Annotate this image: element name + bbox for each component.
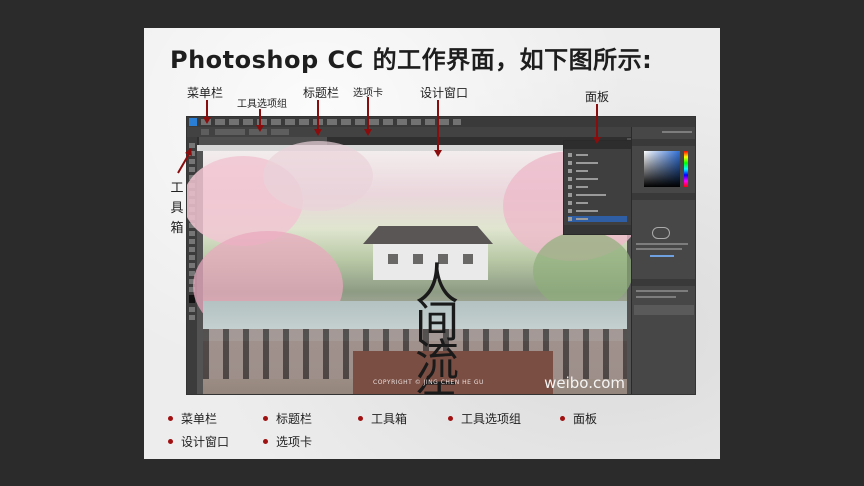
bullet-label: 面板: [573, 412, 598, 426]
bullet-item: 设计窗口: [168, 433, 229, 450]
bullet-label: 工具箱: [371, 412, 408, 426]
bullet-dot: [168, 439, 173, 444]
bullet-item: 选项卡: [263, 433, 312, 450]
bullet-item: 工具箱: [358, 410, 407, 427]
arrow-title-bar-head: [314, 129, 322, 136]
bullet-label: 标题栏: [276, 412, 313, 426]
arrow-tool-options-head: [256, 125, 264, 132]
bullet-item: 面板: [560, 410, 597, 427]
bullet-item: 菜单栏: [168, 410, 217, 427]
arrow-toolbox: [177, 153, 190, 174]
bullet-dot: [448, 416, 453, 421]
bullet-item: 工具选项组: [448, 410, 521, 427]
bullet-label: 设计窗口: [181, 435, 230, 449]
arrow-tab-head: [364, 129, 372, 136]
arrow-design-window-head: [434, 150, 442, 157]
bullet-dot: [560, 416, 565, 421]
bullet-dot: [263, 439, 268, 444]
bullet-item: 标题栏: [263, 410, 312, 427]
bullet-dot: [263, 416, 268, 421]
bullet-label: 选项卡: [276, 435, 313, 449]
arrow-panel-head: [593, 137, 601, 144]
arrow-menubar-head: [203, 117, 211, 124]
bullet-dot: [358, 416, 363, 421]
bullet-dot: [168, 416, 173, 421]
bullet-label: 菜单栏: [181, 412, 218, 426]
bullet-label: 工具选项组: [461, 412, 522, 426]
callout-arrows: [177, 97, 601, 174]
